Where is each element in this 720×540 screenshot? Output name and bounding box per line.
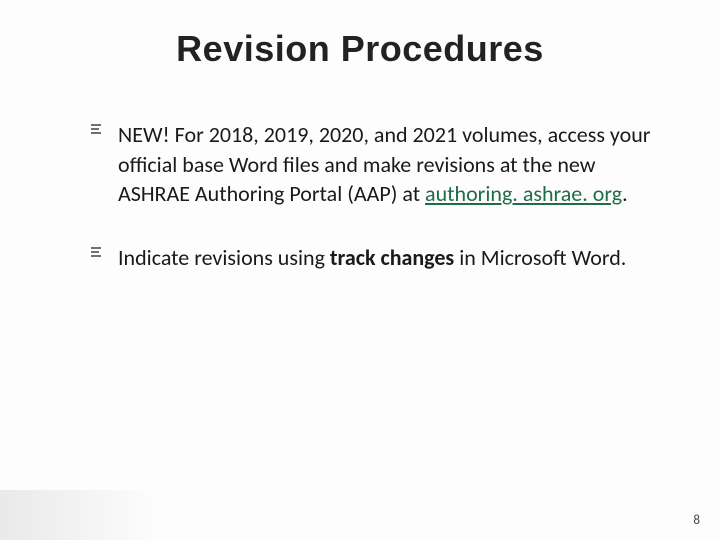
- bullet-text-before-bold: Indicate revisions using: [118, 244, 330, 271]
- bullet-item: Indicate revisions using track changes i…: [90, 243, 660, 273]
- bullet-text-after-bold: in Microsoft Word.: [454, 244, 626, 271]
- page-number: 8: [693, 513, 700, 528]
- corner-gradient: [0, 490, 160, 540]
- bullet-text-after-link: .: [622, 180, 628, 207]
- slide-body: NEW! For 2018, 2019, 2020, and 2021 volu…: [90, 120, 660, 307]
- bullet-marker-icon: [90, 122, 104, 136]
- slide: Revision Procedures NEW! For 2018, 2019,…: [0, 0, 720, 540]
- bullet-item: NEW! For 2018, 2019, 2020, and 2021 volu…: [90, 120, 660, 209]
- bullet-text: NEW! For 2018, 2019, 2020, and 2021 volu…: [118, 120, 660, 209]
- authoring-portal-link[interactable]: authoring. ashrae. org: [425, 180, 622, 207]
- bullet-text: Indicate revisions using track changes i…: [118, 243, 660, 273]
- bullet-bold-text: track changes: [330, 244, 454, 271]
- slide-title: Revision Procedures: [0, 28, 720, 70]
- bullet-prefix: NEW!: [118, 121, 175, 148]
- bullet-marker-icon: [90, 245, 104, 259]
